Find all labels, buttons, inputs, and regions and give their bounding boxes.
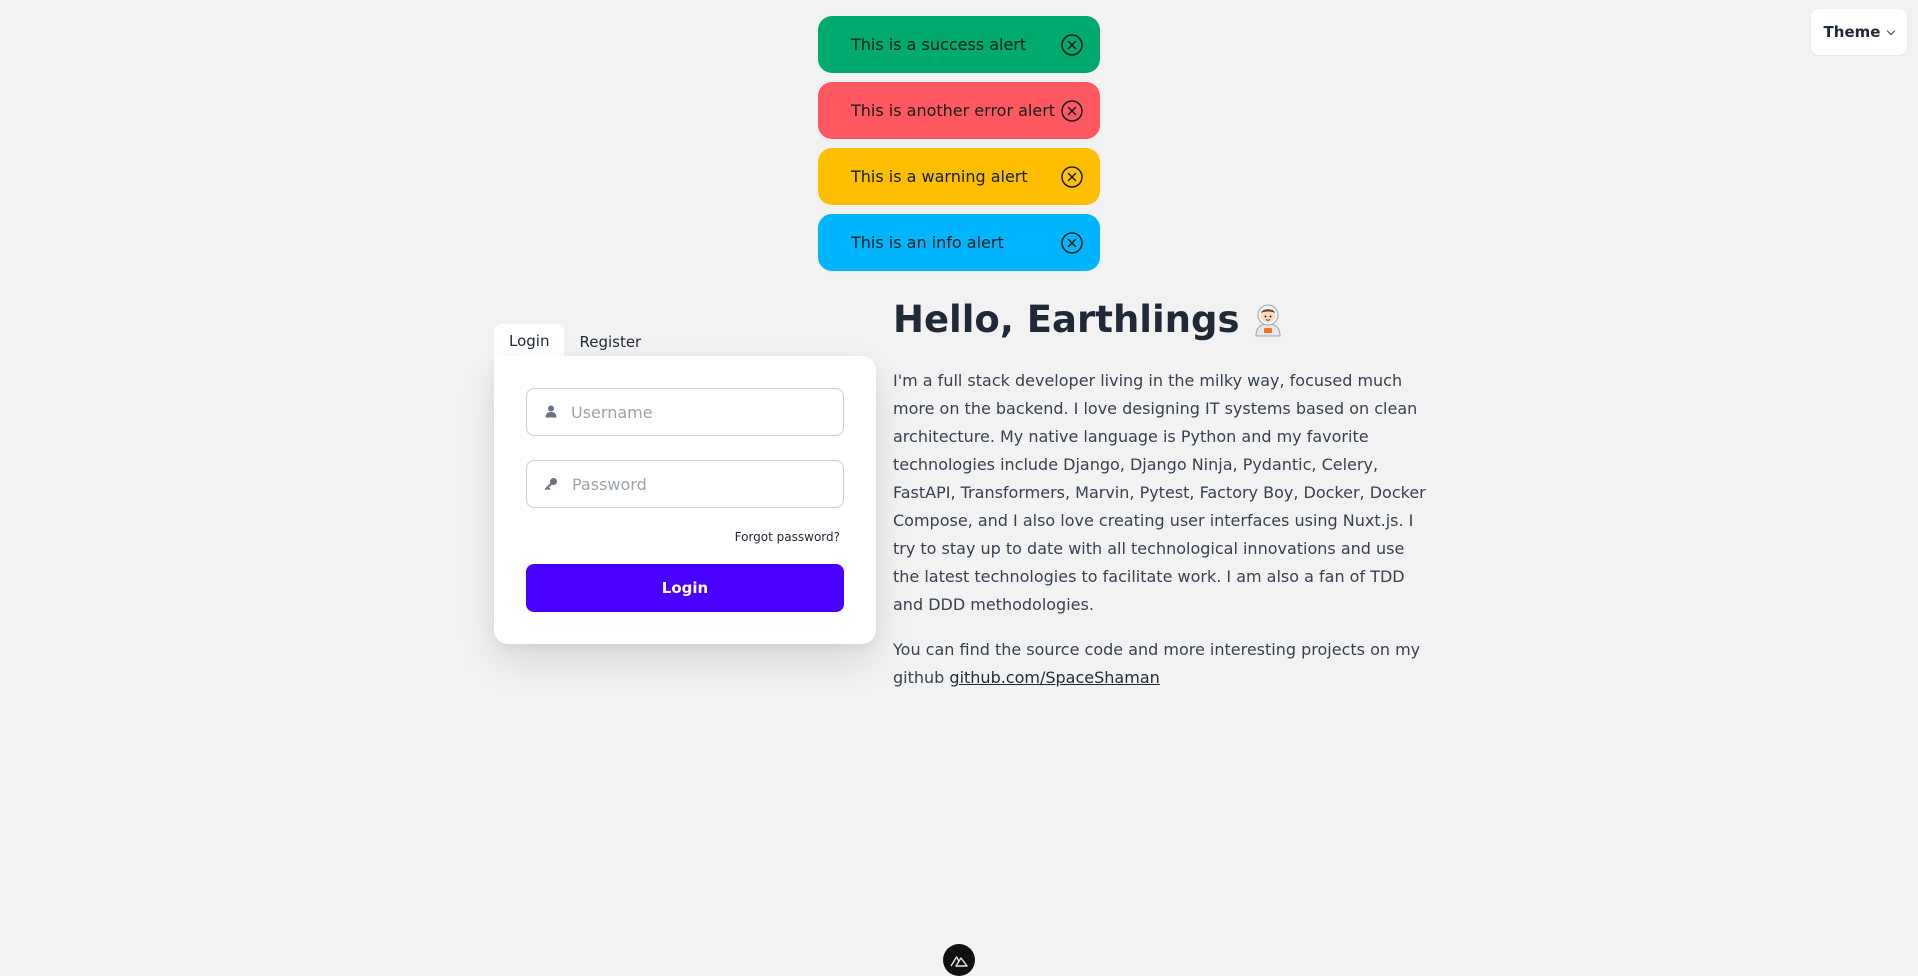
username-field[interactable] [526, 388, 844, 436]
login-card: Forgot password? Login [494, 356, 876, 644]
alert-text: This is a success alert [851, 35, 1027, 54]
login-button[interactable]: Login [526, 564, 844, 612]
username-input[interactable] [569, 401, 809, 423]
tab-register[interactable]: Register [564, 326, 656, 358]
source-paragraph: You can find the source code and more in… [893, 636, 1433, 692]
nuxt-icon [950, 952, 968, 971]
bio-paragraph: I'm a full stack developer living in the… [893, 371, 1426, 614]
tab-login[interactable]: Login [494, 324, 565, 358]
alert-warning: This is a warning alert [818, 148, 1100, 205]
password-input[interactable] [570, 473, 810, 495]
theme-dropdown[interactable]: Theme [1811, 9, 1907, 55]
theme-label: Theme [1823, 23, 1881, 41]
close-icon[interactable] [1058, 229, 1085, 256]
alert-error: This is another error alert [818, 82, 1100, 139]
intro-section: Hello, Earthlings I'm a full stack devel… [893, 296, 1433, 692]
user-icon [545, 403, 557, 422]
github-link[interactable]: github.com/SpaceShaman [949, 668, 1159, 687]
close-icon[interactable] [1058, 97, 1085, 124]
key-icon [545, 475, 558, 494]
alert-text: This is an info alert [851, 233, 1004, 252]
password-field[interactable] [526, 460, 844, 508]
nuxt-devtools-badge[interactable] [943, 944, 975, 976]
forgot-password-link[interactable]: Forgot password? [735, 530, 840, 544]
close-icon[interactable] [1058, 31, 1085, 58]
alert-success: This is a success alert [818, 16, 1100, 73]
alert-text: This is a warning alert [851, 167, 1028, 186]
auth-tabs: Login Register [494, 324, 656, 358]
alerts-stack: This is a success alert This is another … [818, 16, 1100, 271]
page-title-text: Hello, Earthlings [893, 298, 1240, 341]
alert-text: This is another error alert [851, 101, 1056, 120]
astronaut-icon [1250, 302, 1286, 338]
page-title: Hello, Earthlings [893, 296, 1433, 344]
chevron-down-icon [1887, 26, 1896, 35]
close-icon[interactable] [1058, 163, 1085, 190]
alert-info: This is an info alert [818, 214, 1100, 271]
